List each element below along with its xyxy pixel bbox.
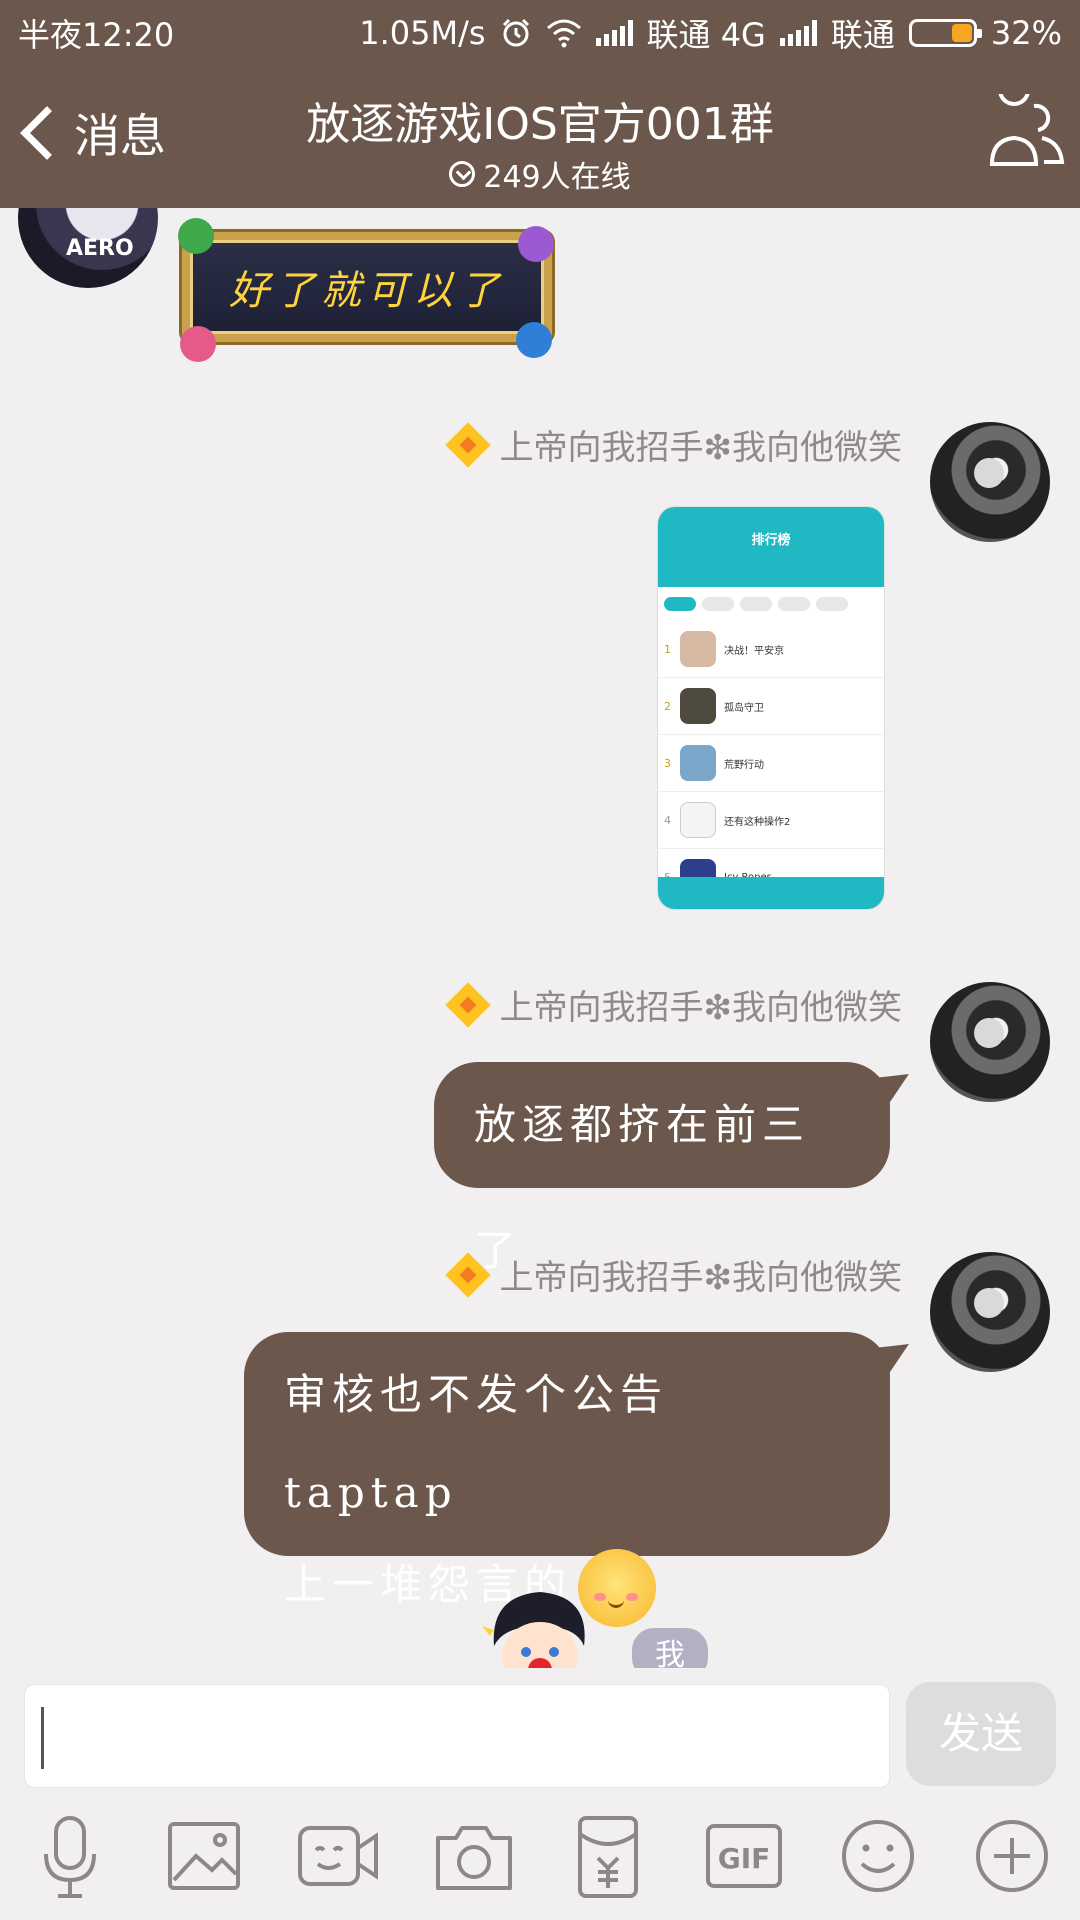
- header-bar: 半夜12:20 1.05M/s 联通 4G 联通 32% 消息 放逐游戏IOS官…: [0, 0, 1080, 208]
- message-text-line1: 审核也不发个公告 taptap: [284, 1370, 669, 1517]
- status-time: 半夜12:20: [18, 16, 175, 54]
- sender-name: 上帝向我招手❇我向他微笑: [444, 1250, 903, 1299]
- diamond-badge-icon: [444, 1251, 491, 1298]
- signal-icon-2: [779, 20, 817, 46]
- sticker-moon-decoration: [180, 326, 216, 362]
- sender-name-text: 上帝向我招手❇我向他微笑: [499, 1258, 903, 1298]
- sender-name-text: 上帝向我招手❇我向他微笑: [499, 428, 903, 468]
- video-call-icon[interactable]: [290, 1808, 386, 1904]
- gif-icon[interactable]: GIF: [696, 1808, 792, 1904]
- sticker-orb-decoration: [518, 226, 554, 262]
- mic-icon[interactable]: [22, 1808, 118, 1904]
- group-members-icon[interactable]: [984, 94, 1066, 174]
- thumb-row: 4 还有这种操作2: [658, 792, 884, 849]
- message-bubble[interactable]: 审核也不发个公告 taptap 上一堆怨言的: [244, 1332, 890, 1627]
- network-speed: 1.05M/s: [359, 14, 486, 52]
- red-packet-icon[interactable]: [560, 1808, 656, 1904]
- message-text: 放逐都挤在前三了: [474, 1100, 811, 1275]
- sticker-message[interactable]: 好了就可以了: [182, 232, 552, 342]
- carrier-primary: 联通 4G: [646, 16, 766, 54]
- thumb-row: 2 孤岛守卫: [658, 678, 884, 735]
- plus-icon[interactable]: [964, 1808, 1060, 1904]
- status-right: 1.05M/s 联通 4G 联通 32%: [359, 10, 1062, 56]
- camera-icon[interactable]: [426, 1808, 522, 1904]
- sender-name-text: 上帝向我招手❇我向他微笑: [499, 988, 903, 1028]
- online-count: 249人在线: [483, 160, 631, 195]
- battery-percent: 32%: [990, 14, 1062, 52]
- signal-icon: [595, 20, 633, 46]
- message-input[interactable]: [24, 1684, 890, 1788]
- sender-name: 上帝向我招手❇我向他微笑: [444, 980, 903, 1029]
- thumb-row: 1 决战！平安京: [658, 621, 884, 678]
- thumb-row: 3 荒野行动: [658, 735, 884, 792]
- status-bar: 半夜12:20 1.05M/s 联通 4G 联通 32%: [0, 0, 1080, 60]
- online-status[interactable]: 249人在线: [0, 152, 1080, 196]
- thumb-title: 排行榜: [751, 533, 791, 548]
- text-caret: [41, 1707, 44, 1769]
- chat-title[interactable]: 放逐游戏IOS官方001群: [0, 88, 1080, 152]
- wifi-icon: [546, 19, 581, 48]
- sender-name: 上帝向我招手❇我向他微笑: [444, 420, 903, 469]
- diamond-badge-icon: [444, 981, 491, 1028]
- avatar-me[interactable]: [930, 422, 1050, 542]
- thumb-footer: [658, 877, 884, 909]
- send-button[interactable]: 发送: [906, 1682, 1056, 1786]
- diamond-badge-icon: [444, 421, 491, 468]
- avatar-other-user[interactable]: AERO: [18, 208, 158, 288]
- thumb-header: 排行榜: [658, 507, 884, 587]
- alarm-icon: [502, 18, 529, 47]
- input-area: 发送 GIF: [0, 1668, 1080, 1920]
- sticker-clover-decoration: [178, 218, 214, 254]
- message-bubble[interactable]: 放逐都挤在前三了: [434, 1062, 890, 1275]
- thumb-tabs: [658, 587, 884, 621]
- carrier-secondary: 联通: [830, 16, 895, 54]
- avatar-me[interactable]: [930, 982, 1050, 1102]
- battery-icon: [908, 19, 982, 47]
- emoji-icon[interactable]: [830, 1808, 926, 1904]
- input-toolbar: GIF: [0, 1808, 1080, 1920]
- sticker-star-decoration: [516, 322, 552, 358]
- image-message-thumbnail[interactable]: 排行榜 1决战！平安京 2孤岛守卫 3荒野行动 4还有这种操作2 5Icy Ro…: [657, 506, 885, 910]
- sticker-text: 好了就可以了: [229, 268, 505, 314]
- chat-area[interactable]: AERO 好了就可以了 上帝向我招手❇我向他微笑 排行榜 1 决战！平安京 2 孤岛…: [0, 208, 1080, 1688]
- avatar-me[interactable]: [930, 1252, 1050, 1372]
- image-icon[interactable]: [156, 1808, 252, 1904]
- svg-text:GIF: GIF: [718, 1842, 771, 1875]
- chevron-down-circle-icon: [449, 161, 476, 187]
- send-label: 发送: [938, 1709, 1023, 1758]
